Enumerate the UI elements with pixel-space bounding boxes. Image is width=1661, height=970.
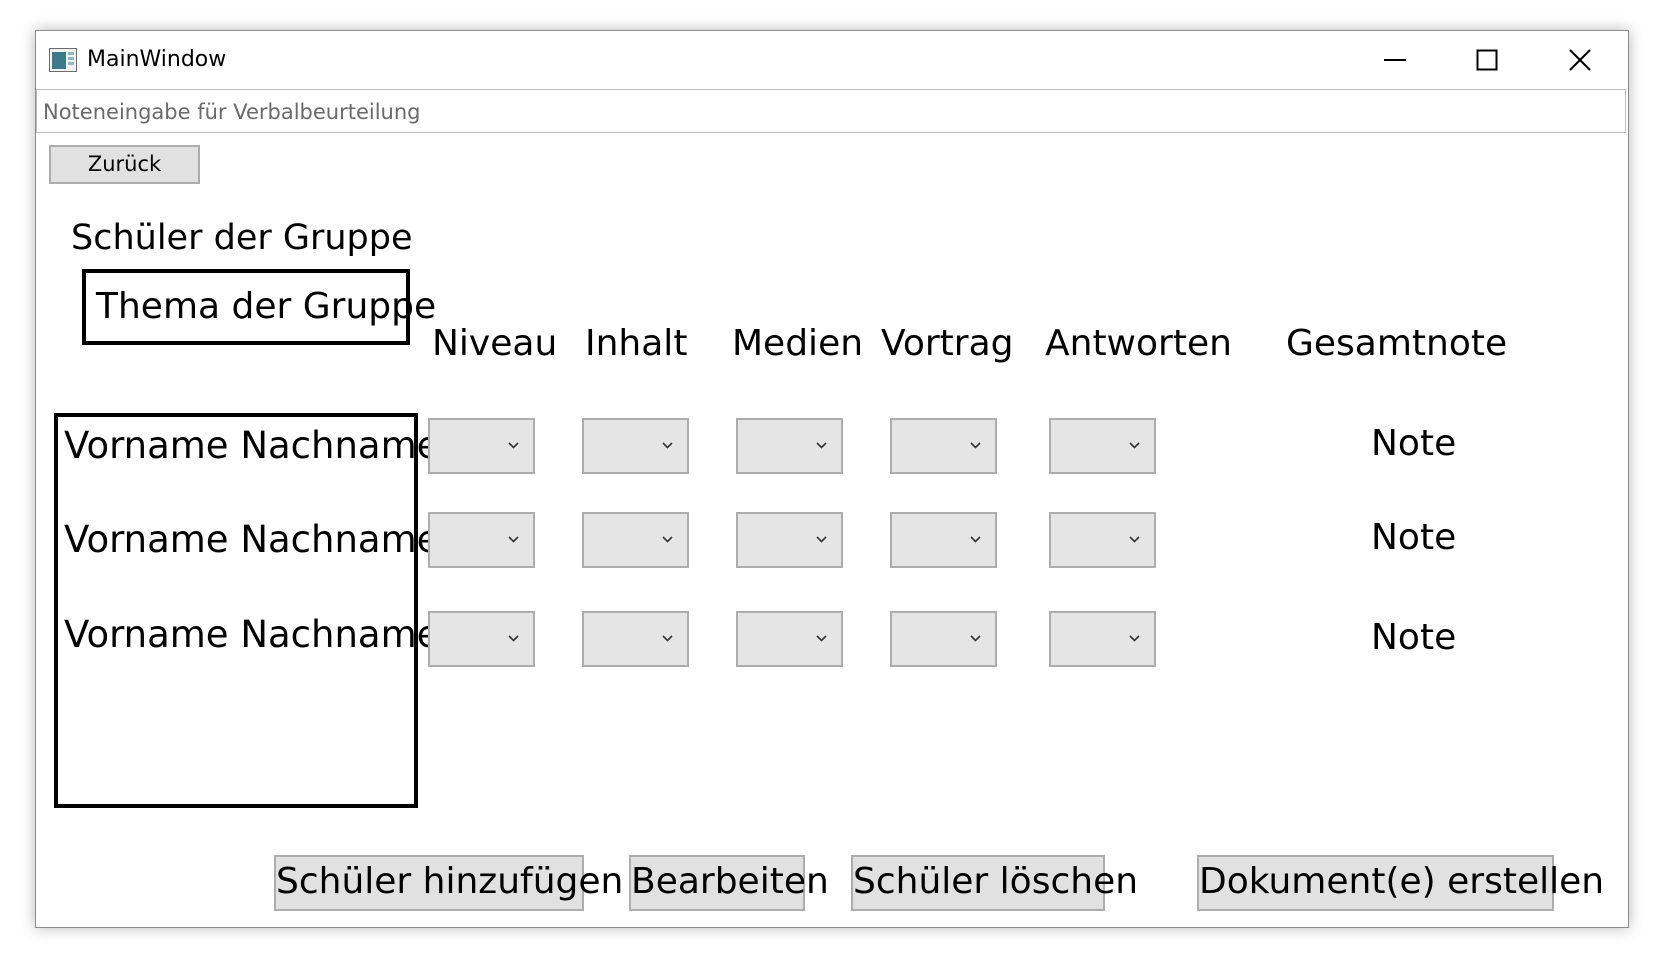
medien-dropdown[interactable] [736, 418, 843, 474]
student-name[interactable]: Vorname Nachname [64, 423, 439, 469]
inhalt-dropdown[interactable] [582, 418, 689, 474]
inhalt-dropdown[interactable] [582, 512, 689, 568]
main-window: MainWindow Noteneingabe für Verbalbeurte… [35, 30, 1629, 928]
chevron-down-icon [508, 442, 519, 449]
delete-student-button[interactable]: Schüler löschen [851, 855, 1138, 911]
chevron-down-icon [1129, 442, 1140, 449]
vortrag-dropdown[interactable] [890, 611, 997, 667]
chevron-down-icon [1129, 536, 1140, 543]
chevron-down-icon [816, 442, 827, 449]
chevron-down-icon [816, 635, 827, 642]
vortrag-dropdown[interactable] [890, 418, 997, 474]
chevron-down-icon [970, 442, 981, 449]
column-header-medien: Medien [732, 323, 864, 364]
chevron-down-icon [508, 635, 519, 642]
create-documents-button[interactable]: Dokument(e) erstellen [1197, 855, 1604, 911]
column-header-inhalt: Inhalt [585, 323, 688, 364]
antworten-dropdown[interactable] [1049, 512, 1156, 568]
column-header-niveau: Niveau [432, 323, 558, 364]
chevron-down-icon [662, 536, 673, 543]
chevron-down-icon [662, 442, 673, 449]
maximize-button[interactable] [1441, 31, 1533, 89]
window-app-icon [49, 48, 77, 72]
antworten-dropdown[interactable] [1049, 611, 1156, 667]
chevron-down-icon [662, 635, 673, 642]
grade-label: Note [1371, 617, 1457, 658]
grade-label: Note [1371, 517, 1457, 558]
student-name[interactable]: Vorname Nachname [64, 612, 439, 658]
title-bar[interactable]: MainWindow [36, 31, 1628, 89]
minimize-button[interactable] [1349, 31, 1441, 89]
antworten-dropdown[interactable] [1049, 418, 1156, 474]
grade-label: Note [1371, 423, 1457, 464]
inhalt-dropdown[interactable] [582, 611, 689, 667]
medien-dropdown[interactable] [736, 611, 843, 667]
niveau-dropdown[interactable] [428, 418, 535, 474]
back-button[interactable]: Zurück [49, 145, 200, 184]
topic-label: Thema der Gruppe [82, 269, 436, 345]
niveau-dropdown[interactable] [428, 611, 535, 667]
chevron-down-icon [970, 635, 981, 642]
student-name[interactable]: Vorname Nachname [64, 517, 439, 563]
chevron-down-icon [1129, 635, 1140, 642]
column-header-gesamtnote: Gesamtnote [1286, 323, 1508, 364]
chevron-down-icon [508, 536, 519, 543]
column-header-antworten: Antworten [1045, 323, 1232, 364]
add-student-button[interactable]: Schüler hinzufügen [274, 855, 623, 911]
group-title: Schüler der Gruppe [71, 218, 413, 258]
student-list[interactable]: Vorname Nachname Vorname Nachname Vornam… [54, 413, 439, 808]
window-title: MainWindow [87, 47, 227, 72]
chevron-down-icon [816, 536, 827, 543]
vortrag-dropdown[interactable] [890, 512, 997, 568]
medien-dropdown[interactable] [736, 512, 843, 568]
header-textbox[interactable]: Noteneingabe für Verbalbeurteilung [36, 89, 1626, 133]
minimize-icon [1384, 59, 1406, 61]
chevron-down-icon [970, 536, 981, 543]
edit-button[interactable]: Bearbeiten [629, 855, 829, 911]
maximize-icon [1476, 49, 1498, 71]
close-button[interactable] [1534, 31, 1626, 89]
niveau-dropdown[interactable] [428, 512, 535, 568]
column-header-vortrag: Vortrag [881, 323, 1014, 364]
close-icon [1569, 49, 1591, 71]
